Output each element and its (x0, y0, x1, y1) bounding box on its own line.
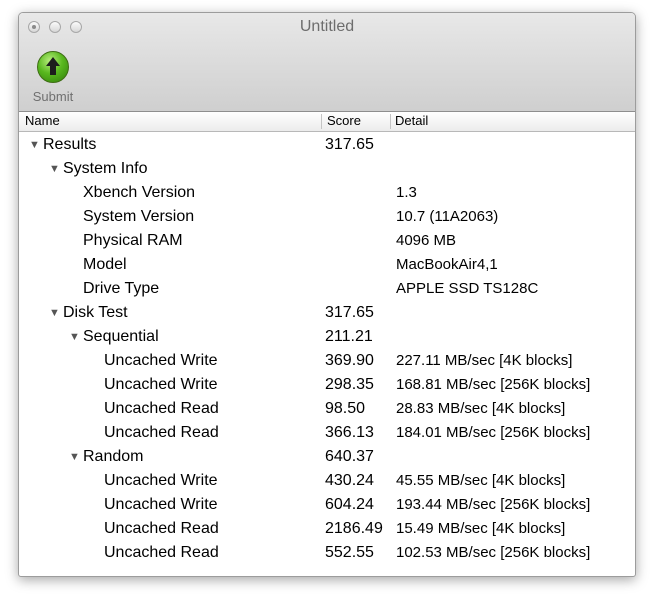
row-score: 2186.49 (325, 520, 383, 537)
row-score: 211.21 (325, 328, 373, 345)
row-name: Uncached Read (104, 544, 219, 561)
column-divider[interactable] (321, 114, 322, 129)
outline-row-results[interactable]: ▼ Results 317.65 (19, 134, 635, 158)
row-score: 604.24 (325, 496, 374, 513)
row-name: Disk Test (63, 304, 128, 321)
row-name: Uncached Write (104, 496, 218, 513)
outline-row[interactable]: Uncached Read 2186.49 15.49 MB/sec [4K b… (19, 518, 635, 542)
row-name: Uncached Read (104, 520, 219, 537)
submit-button[interactable]: Submit (25, 51, 81, 107)
row-name: Random (83, 448, 144, 465)
outline-row-random[interactable]: ▼ Random 640.37 (19, 446, 635, 470)
row-name: System Version (83, 208, 195, 225)
outline-row[interactable]: Physical RAM 4096 MB (19, 230, 635, 254)
row-detail: MacBookAir4,1 (396, 256, 498, 273)
outline-row-disk-test[interactable]: ▼ Disk Test 317.65 (19, 302, 635, 326)
outline-row[interactable]: Model MacBookAir4,1 (19, 254, 635, 278)
row-detail: 45.55 MB/sec [4K blocks] (396, 472, 566, 489)
outline-row[interactable]: Uncached Write 369.90 227.11 MB/sec [4K … (19, 350, 635, 374)
row-detail: 102.53 MB/sec [256K blocks] (396, 544, 591, 561)
row-score: 98.50 (325, 400, 366, 417)
row-score: 369.90 (325, 352, 374, 369)
row-score: 552.55 (325, 544, 374, 561)
outline-row[interactable]: System Version 10.7 (11A2063) (19, 206, 635, 230)
disclosure-triangle-down-icon[interactable]: ▼ (69, 451, 80, 463)
disclosure-triangle-down-icon[interactable]: ▼ (49, 163, 60, 175)
row-name: Sequential (83, 328, 159, 345)
outline-row[interactable]: Uncached Write 430.24 45.55 MB/sec [4K b… (19, 470, 635, 494)
row-detail: 28.83 MB/sec [4K blocks] (396, 400, 566, 417)
row-name: Results (43, 136, 97, 153)
row-detail: 1.3 (396, 184, 417, 201)
row-detail: 193.44 MB/sec [256K blocks] (396, 496, 591, 513)
row-score: 317.65 (325, 304, 374, 321)
submit-label: Submit (32, 89, 74, 104)
outline-row[interactable]: Xbench Version 1.3 (19, 182, 635, 206)
column-header-score[interactable]: Score (327, 113, 361, 128)
row-name: Uncached Read (104, 400, 219, 417)
column-header: Name Score Detail (19, 112, 635, 132)
disclosure-triangle-down-icon[interactable]: ▼ (49, 307, 60, 319)
outline-row-sequential[interactable]: ▼ Sequential 211.21 (19, 326, 635, 350)
outline-row[interactable]: Uncached Read 552.55 102.53 MB/sec [256K… (19, 542, 635, 566)
outline-row[interactable]: Uncached Read 366.13 184.01 MB/sec [256K… (19, 422, 635, 446)
outline-row[interactable]: Uncached Write 604.24 193.44 MB/sec [256… (19, 494, 635, 518)
row-name: Uncached Write (104, 352, 218, 369)
row-detail: 10.7 (11A2063) (396, 208, 499, 225)
row-score: 430.24 (325, 472, 374, 489)
row-name: Uncached Write (104, 376, 218, 393)
row-score: 317.65 (325, 136, 374, 153)
outline-row[interactable]: Uncached Read 98.50 28.83 MB/sec [4K blo… (19, 398, 635, 422)
row-detail: 4096 MB (396, 232, 457, 249)
disclosure-triangle-down-icon[interactable]: ▼ (29, 139, 40, 151)
row-name: Model (83, 256, 127, 273)
row-name: Drive Type (83, 280, 160, 297)
outline-row[interactable]: Uncached Write 298.35 168.81 MB/sec [256… (19, 374, 635, 398)
row-detail: 227.11 MB/sec [4K blocks] (396, 352, 573, 369)
row-name: Uncached Write (104, 472, 218, 489)
window-title: Untitled (299, 18, 355, 35)
row-name: Xbench Version (83, 184, 196, 201)
column-header-name[interactable]: Name (25, 113, 60, 128)
disclosure-triangle-down-icon[interactable]: ▼ (69, 331, 80, 343)
outline-row-system-info[interactable]: ▼ System Info (19, 158, 635, 182)
upload-arrow-icon (37, 51, 69, 83)
app-window: Untitled Submit Name Score Detail ▼ Resu… (18, 12, 636, 577)
row-score: 640.37 (325, 448, 374, 465)
column-divider[interactable] (390, 114, 391, 129)
toolbar: Untitled Submit (19, 13, 635, 112)
row-detail: 15.49 MB/sec [4K blocks] (396, 520, 566, 537)
row-detail: 168.81 MB/sec [256K blocks] (396, 376, 591, 393)
column-header-detail[interactable]: Detail (395, 113, 428, 128)
row-name: Physical RAM (83, 232, 183, 249)
row-score: 366.13 (325, 424, 374, 441)
row-detail: APPLE SSD TS128C (396, 280, 539, 297)
row-detail: 184.01 MB/sec [256K blocks] (396, 424, 591, 441)
row-name: Uncached Read (104, 424, 219, 441)
row-score: 298.35 (325, 376, 374, 393)
row-name: System Info (63, 160, 148, 177)
outline-row[interactable]: Drive Type APPLE SSD TS128C (19, 278, 635, 302)
